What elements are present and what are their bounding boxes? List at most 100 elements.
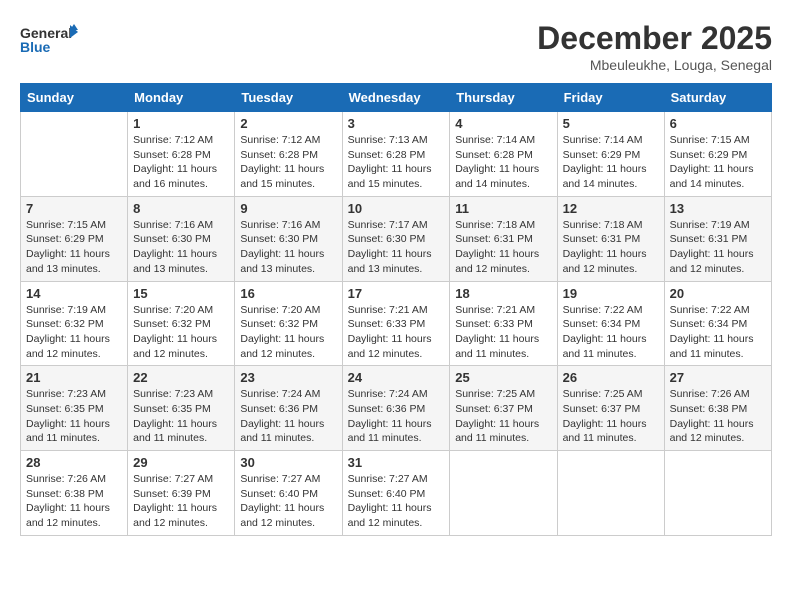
calendar-cell: 9 Sunrise: 7:16 AMSunset: 6:30 PMDaylight… bbox=[235, 196, 342, 281]
calendar-header-monday: Monday bbox=[128, 84, 235, 112]
day-info: Sunrise: 7:25 AMSunset: 6:37 PMDaylight:… bbox=[563, 387, 659, 446]
day-number: 3 bbox=[348, 116, 445, 131]
day-info: Sunrise: 7:22 AMSunset: 6:34 PMDaylight:… bbox=[563, 303, 659, 362]
day-number: 15 bbox=[133, 286, 229, 301]
day-number: 7 bbox=[26, 201, 122, 216]
logo-icon: General Blue bbox=[20, 20, 80, 65]
day-info: Sunrise: 7:27 AMSunset: 6:39 PMDaylight:… bbox=[133, 472, 229, 531]
calendar-header-friday: Friday bbox=[557, 84, 664, 112]
day-number: 24 bbox=[348, 370, 445, 385]
calendar-cell: 30 Sunrise: 7:27 AMSunset: 6:40 PMDayligh… bbox=[235, 451, 342, 536]
calendar-cell: 31Sunrise: 7:27 AMSunset: 6:40 PMDayligh… bbox=[342, 451, 450, 536]
calendar-cell bbox=[557, 451, 664, 536]
calendar-table: SundayMondayTuesdayWednesdayThursdayFrid… bbox=[20, 83, 772, 536]
day-info: Sunrise: 7:24 AMSunset: 6:36 PMDaylight:… bbox=[348, 387, 445, 446]
calendar-cell: 27Sunrise: 7:26 AMSunset: 6:38 PMDayligh… bbox=[664, 366, 771, 451]
day-number: 9 bbox=[240, 201, 336, 216]
calendar-cell bbox=[664, 451, 771, 536]
logo: General Blue bbox=[20, 20, 80, 65]
day-info: Sunrise: 7:19 AMSunset: 6:32 PMDaylight:… bbox=[26, 303, 122, 362]
day-number: 25 bbox=[455, 370, 551, 385]
calendar-header-tuesday: Tuesday bbox=[235, 84, 342, 112]
day-info: Sunrise: 7:20 AMSunset: 6:32 PMDaylight:… bbox=[133, 303, 229, 362]
day-number: 29 bbox=[133, 455, 229, 470]
day-info: Sunrise: 7:18 AMSunset: 6:31 PMDaylight:… bbox=[563, 218, 659, 277]
day-number: 6 bbox=[670, 116, 766, 131]
calendar-header-sunday: Sunday bbox=[21, 84, 128, 112]
calendar-cell: 14 Sunrise: 7:19 AMSunset: 6:32 PMDayligh… bbox=[21, 281, 128, 366]
month-title: December 2025 bbox=[537, 20, 772, 57]
day-info: Sunrise: 7:21 AMSunset: 6:33 PMDaylight:… bbox=[348, 303, 445, 362]
calendar-cell: 16 Sunrise: 7:20 AMSunset: 6:32 PMDayligh… bbox=[235, 281, 342, 366]
day-info: Sunrise: 7:21 AMSunset: 6:33 PMDaylight:… bbox=[455, 303, 551, 362]
day-info: Sunrise: 7:23 AMSunset: 6:35 PMDaylight:… bbox=[133, 387, 229, 446]
calendar-cell: 5 Sunrise: 7:14 AMSunset: 6:29 PMDaylight… bbox=[557, 112, 664, 197]
day-number: 2 bbox=[240, 116, 336, 131]
calendar-header-saturday: Saturday bbox=[664, 84, 771, 112]
calendar-week-row: 1Sunrise: 7:12 AMSunset: 6:28 PMDaylight… bbox=[21, 112, 772, 197]
day-info: Sunrise: 7:15 AMSunset: 6:29 PMDaylight:… bbox=[26, 218, 122, 277]
day-number: 4 bbox=[455, 116, 551, 131]
day-number: 10 bbox=[348, 201, 445, 216]
day-number: 5 bbox=[563, 116, 659, 131]
day-info: Sunrise: 7:18 AMSunset: 6:31 PMDaylight:… bbox=[455, 218, 551, 277]
day-number: 13 bbox=[670, 201, 766, 216]
day-number: 23 bbox=[240, 370, 336, 385]
calendar-cell: 8 Sunrise: 7:16 AMSunset: 6:30 PMDaylight… bbox=[128, 196, 235, 281]
day-number: 31 bbox=[348, 455, 445, 470]
calendar-cell: 26 Sunrise: 7:25 AMSunset: 6:37 PMDayligh… bbox=[557, 366, 664, 451]
calendar-cell: 2 Sunrise: 7:12 AMSunset: 6:28 PMDaylight… bbox=[235, 112, 342, 197]
day-info: Sunrise: 7:14 AMSunset: 6:28 PMDaylight:… bbox=[455, 133, 551, 192]
day-info: Sunrise: 7:22 AMSunset: 6:34 PMDaylight:… bbox=[670, 303, 766, 362]
day-info: Sunrise: 7:12 AMSunset: 6:28 PMDaylight:… bbox=[240, 133, 336, 192]
day-info: Sunrise: 7:20 AMSunset: 6:32 PMDaylight:… bbox=[240, 303, 336, 362]
location-title: Mbeuleukhe, Louga, Senegal bbox=[537, 57, 772, 73]
calendar-header-row: SundayMondayTuesdayWednesdayThursdayFrid… bbox=[21, 84, 772, 112]
day-info: Sunrise: 7:24 AMSunset: 6:36 PMDaylight:… bbox=[240, 387, 336, 446]
day-number: 26 bbox=[563, 370, 659, 385]
day-info: Sunrise: 7:26 AMSunset: 6:38 PMDaylight:… bbox=[670, 387, 766, 446]
day-number: 16 bbox=[240, 286, 336, 301]
calendar-week-row: 14 Sunrise: 7:19 AMSunset: 6:32 PMDayligh… bbox=[21, 281, 772, 366]
calendar-cell: 23 Sunrise: 7:24 AMSunset: 6:36 PMDayligh… bbox=[235, 366, 342, 451]
day-number: 14 bbox=[26, 286, 122, 301]
calendar-cell: 29 Sunrise: 7:27 AMSunset: 6:39 PMDayligh… bbox=[128, 451, 235, 536]
day-number: 8 bbox=[133, 201, 229, 216]
day-number: 21 bbox=[26, 370, 122, 385]
day-info: Sunrise: 7:16 AMSunset: 6:30 PMDaylight:… bbox=[240, 218, 336, 277]
day-info: Sunrise: 7:12 AMSunset: 6:28 PMDaylight:… bbox=[133, 133, 229, 192]
day-number: 19 bbox=[563, 286, 659, 301]
calendar-cell: 12 Sunrise: 7:18 AMSunset: 6:31 PMDayligh… bbox=[557, 196, 664, 281]
day-number: 22 bbox=[133, 370, 229, 385]
calendar-cell: 19 Sunrise: 7:22 AMSunset: 6:34 PMDayligh… bbox=[557, 281, 664, 366]
calendar-cell: 25 Sunrise: 7:25 AMSunset: 6:37 PMDayligh… bbox=[450, 366, 557, 451]
svg-text:Blue: Blue bbox=[20, 39, 51, 55]
calendar-cell: 24 Sunrise: 7:24 AMSunset: 6:36 PMDayligh… bbox=[342, 366, 450, 451]
calendar-cell: 15 Sunrise: 7:20 AMSunset: 6:32 PMDayligh… bbox=[128, 281, 235, 366]
day-info: Sunrise: 7:17 AMSunset: 6:30 PMDaylight:… bbox=[348, 218, 445, 277]
calendar-cell: 11Sunrise: 7:18 AMSunset: 6:31 PMDayligh… bbox=[450, 196, 557, 281]
calendar-week-row: 28Sunrise: 7:26 AMSunset: 6:38 PMDayligh… bbox=[21, 451, 772, 536]
calendar-cell: 3Sunrise: 7:13 AMSunset: 6:28 PMDaylight… bbox=[342, 112, 450, 197]
calendar-cell: 4 Sunrise: 7:14 AMSunset: 6:28 PMDaylight… bbox=[450, 112, 557, 197]
calendar-cell: 18 Sunrise: 7:21 AMSunset: 6:33 PMDayligh… bbox=[450, 281, 557, 366]
calendar-cell: 7 Sunrise: 7:15 AMSunset: 6:29 PMDaylight… bbox=[21, 196, 128, 281]
day-number: 18 bbox=[455, 286, 551, 301]
day-info: Sunrise: 7:27 AMSunset: 6:40 PMDaylight:… bbox=[240, 472, 336, 531]
day-info: Sunrise: 7:25 AMSunset: 6:37 PMDaylight:… bbox=[455, 387, 551, 446]
calendar-cell: 20Sunrise: 7:22 AMSunset: 6:34 PMDayligh… bbox=[664, 281, 771, 366]
day-info: Sunrise: 7:23 AMSunset: 6:35 PMDaylight:… bbox=[26, 387, 122, 446]
calendar-week-row: 21 Sunrise: 7:23 AMSunset: 6:35 PMDayligh… bbox=[21, 366, 772, 451]
day-info: Sunrise: 7:19 AMSunset: 6:31 PMDaylight:… bbox=[670, 218, 766, 277]
day-info: Sunrise: 7:14 AMSunset: 6:29 PMDaylight:… bbox=[563, 133, 659, 192]
calendar-header-thursday: Thursday bbox=[450, 84, 557, 112]
day-number: 12 bbox=[563, 201, 659, 216]
calendar-body: 1Sunrise: 7:12 AMSunset: 6:28 PMDaylight… bbox=[21, 112, 772, 536]
day-info: Sunrise: 7:16 AMSunset: 6:30 PMDaylight:… bbox=[133, 218, 229, 277]
day-number: 30 bbox=[240, 455, 336, 470]
page-header: General Blue December 2025 Mbeuleukhe, L… bbox=[20, 20, 772, 73]
calendar-header-wednesday: Wednesday bbox=[342, 84, 450, 112]
calendar-cell: 13 Sunrise: 7:19 AMSunset: 6:31 PMDayligh… bbox=[664, 196, 771, 281]
calendar-cell: 1Sunrise: 7:12 AMSunset: 6:28 PMDaylight… bbox=[128, 112, 235, 197]
calendar-cell: 6Sunrise: 7:15 AMSunset: 6:29 PMDaylight… bbox=[664, 112, 771, 197]
